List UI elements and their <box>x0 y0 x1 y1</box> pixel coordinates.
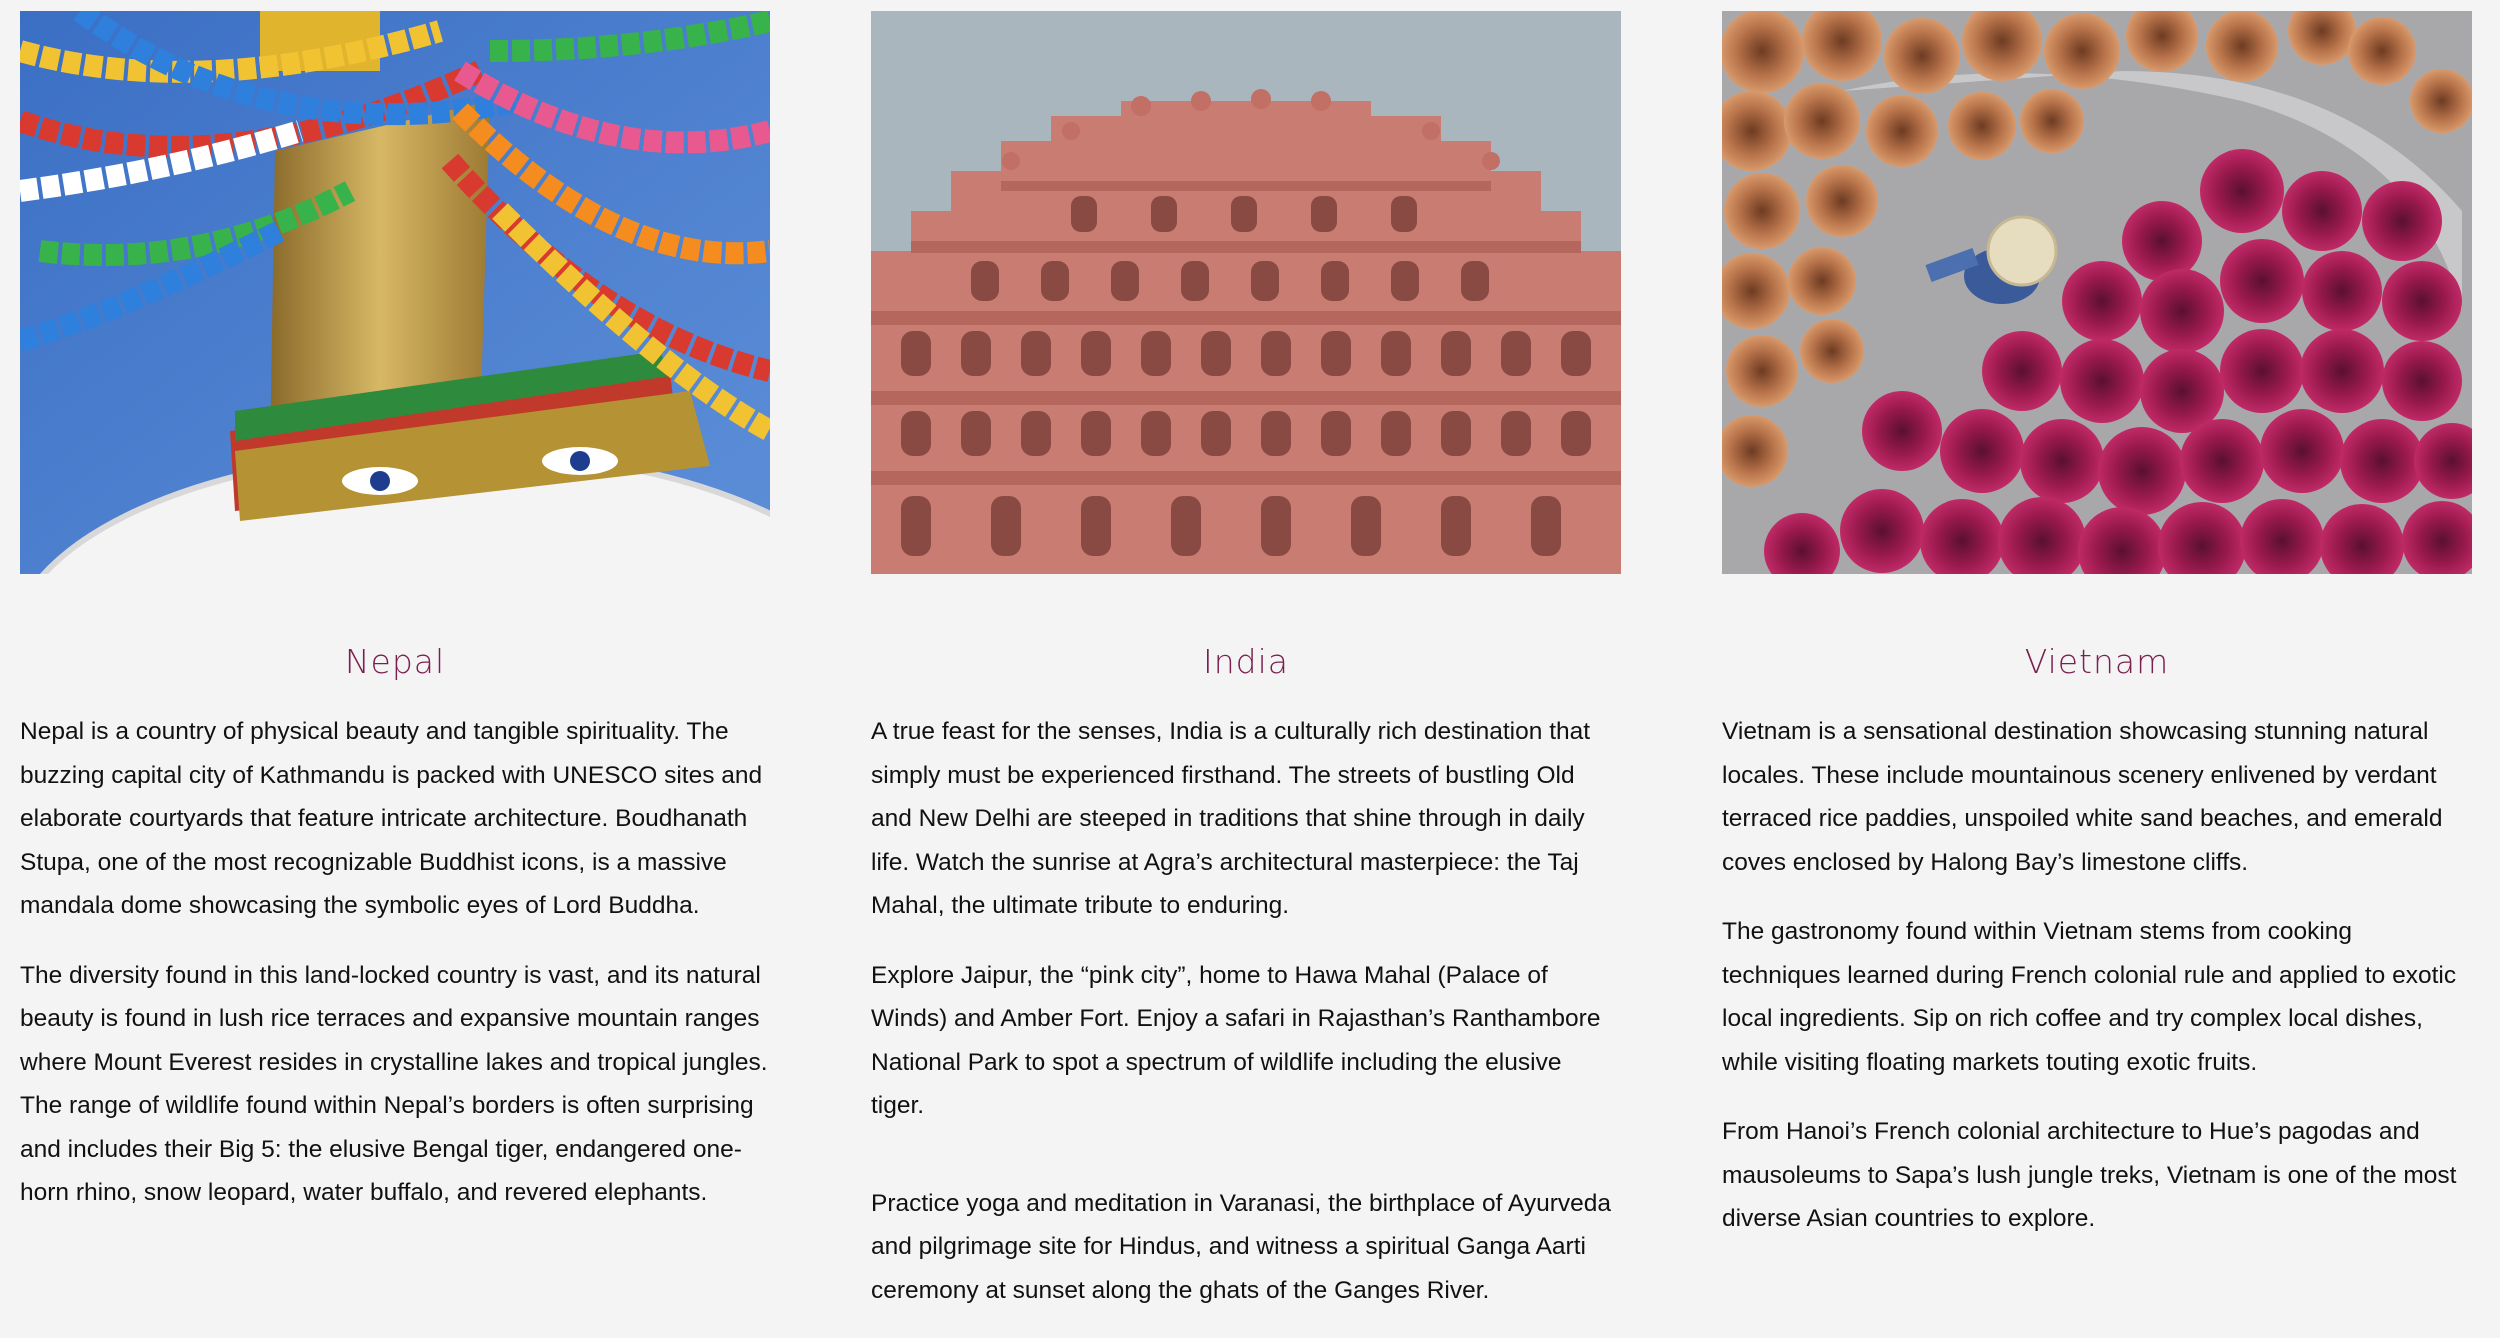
paragraph: From Hanoi’s French colonial architectur… <box>1722 1118 2457 1232</box>
hawa-mahal-palace-photo <box>871 11 1621 574</box>
incense-sticks-drying-photo <box>1722 11 2472 574</box>
paragraph: Nepal is a country of physical beauty an… <box>20 718 763 919</box>
destination-description: A true feast for the senses, India is a … <box>871 710 1621 1312</box>
paragraph: Vietnam is a sensational destination sho… <box>1722 718 2443 876</box>
stupa-prayer-flags-photo <box>20 11 770 574</box>
paragraph: The diversity found in this land-locked … <box>20 961 768 1207</box>
paragraph: Explore Jaipur, the “pink city”, home to… <box>871 961 1601 1120</box>
destination-title: Nepal <box>344 642 446 681</box>
destination-description: Vietnam is a sensational destination sho… <box>1722 710 2472 1241</box>
destination-card-nepal: Nepal Nepal is a country of physical bea… <box>20 11 770 1241</box>
destination-card-vietnam: Vietnam Vietnam is a sensational destina… <box>1722 11 2472 1267</box>
paragraph: Practice yoga and meditation in Varanasi… <box>871 1189 1611 1304</box>
destinations-grid: Nepal Nepal is a country of physical bea… <box>0 0 2500 1304</box>
destination-title: India <box>1203 642 1289 681</box>
destination-description: Nepal is a country of physical beauty an… <box>20 710 770 1215</box>
destination-title: Vietnam <box>2024 642 2170 681</box>
paragraph: The gastronomy found within Vietnam stem… <box>1722 918 2457 1076</box>
destination-card-india: India A true feast for the senses, India… <box>871 11 1621 1338</box>
paragraph: A true feast for the senses, India is a … <box>871 718 1591 919</box>
